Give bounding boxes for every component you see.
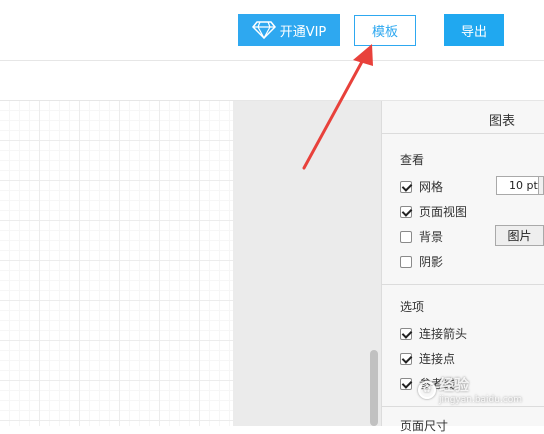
export-button[interactable]: 导出 [444,14,504,46]
template-button[interactable]: 模板 [354,15,416,46]
vertical-scrollbar[interactable] [370,350,378,426]
view-section-title: 查看 [400,153,425,167]
grid-checkbox[interactable] [400,180,412,193]
connection-points-label: 连接点 [419,352,456,366]
watermark: ✿ 经验 jingyan.baidu.com [418,374,522,405]
grid-label: 网格 [419,180,444,194]
grid-size-stepper[interactable] [538,176,544,195]
connection-arrows-label: 连接箭头 [419,327,468,341]
page-view-checkbox[interactable] [400,205,412,218]
shadow-option[interactable]: 阴影 [400,253,443,270]
connection-points-option[interactable]: 连接点 [400,350,455,367]
background-option[interactable]: 背景 [400,228,443,245]
connection-arrows-checkbox[interactable] [400,327,412,340]
divider [381,133,544,134]
divider [381,284,544,285]
background-checkbox[interactable] [400,230,412,243]
diagram-canvas[interactable] [0,101,233,426]
watermark-paw-icon: ✿ [418,380,436,399]
open-vip-label: 开通VIP [279,24,327,40]
diamond-icon [251,21,276,39]
guides-checkbox[interactable] [400,377,412,390]
background-label: 背景 [419,230,444,244]
top-bar: 开通VIP 模板 导出 [0,0,544,60]
grid-option[interactable]: 网格 [400,178,443,195]
connection-arrows-option[interactable]: 连接箭头 [400,325,467,342]
watermark-text: 经验 [439,376,470,394]
background-image-button[interactable]: 图片 [495,225,544,246]
options-section-title: 选项 [400,300,425,314]
panel-title: 图表 [489,114,516,129]
connection-points-checkbox[interactable] [400,352,412,365]
toolbar [0,60,544,101]
page-view-option[interactable]: 页面视图 [400,203,467,220]
divider [381,406,544,407]
open-vip-button[interactable]: 开通VIP [238,14,340,46]
grid-size-input[interactable]: 10 pt [496,176,540,195]
watermark-subtext: jingyan.baidu.com [439,395,523,405]
shadow-label: 阴影 [419,255,444,269]
shadow-checkbox[interactable] [400,255,412,268]
page-view-label: 页面视图 [419,205,468,219]
canvas-background [233,101,381,426]
